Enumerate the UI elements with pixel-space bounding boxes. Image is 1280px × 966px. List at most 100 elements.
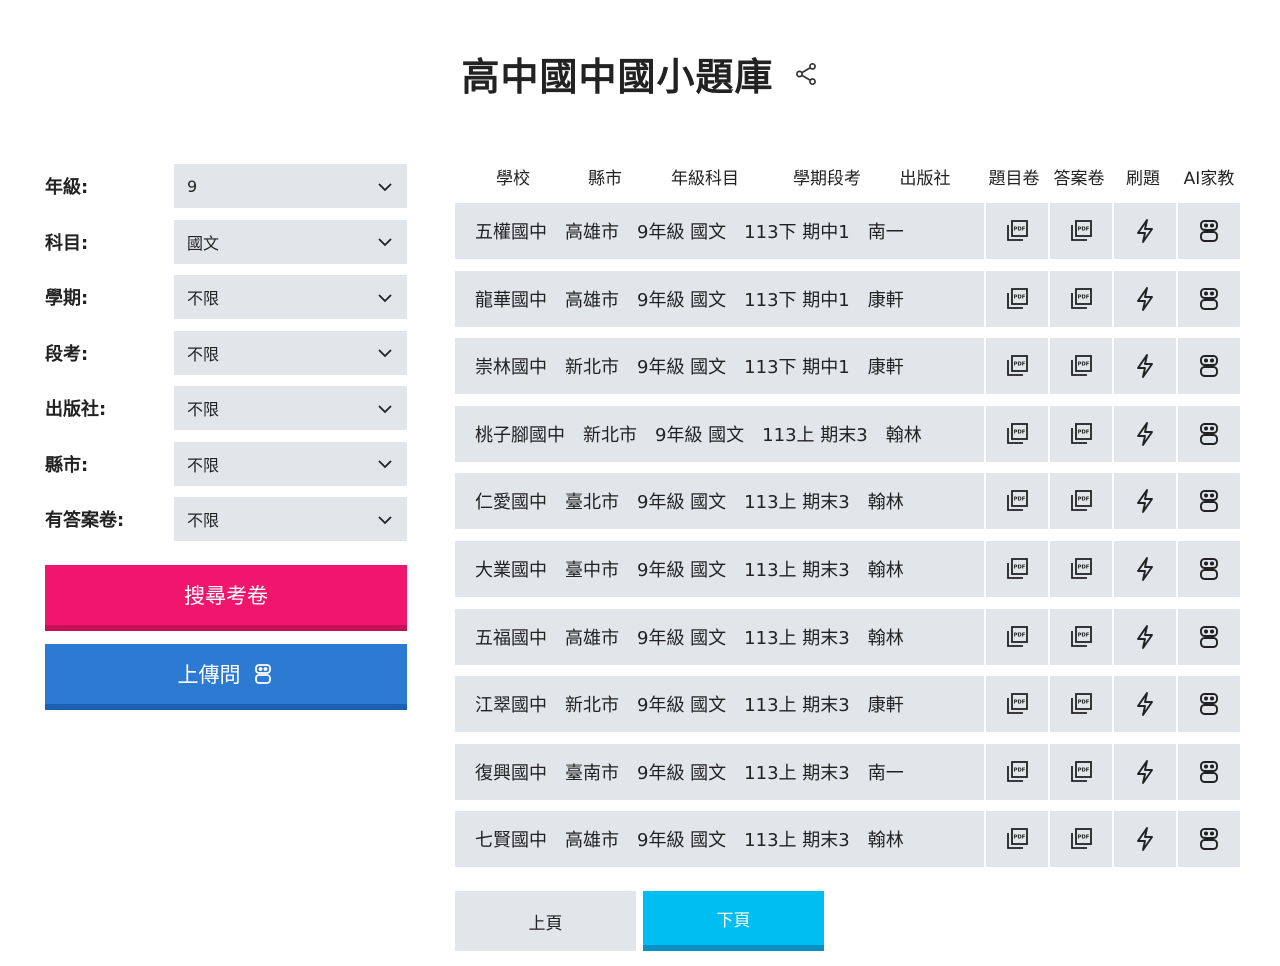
ai-tutor-button[interactable] [1178,473,1240,530]
select-value: 國文 [187,233,220,253]
results-table: 五權國中 高雄市 9年級 國文 113下 期中1 南一 PDF PDF 龍華國中… [455,203,1240,879]
question-paper-button[interactable]: PDF [986,473,1048,530]
exam-info[interactable]: 大業國中 臺中市 9年級 國文 113上 期末3 翰林 [455,540,984,597]
svg-text:PDF: PDF [1014,497,1026,503]
svg-text:PDF: PDF [1014,362,1026,368]
filter-label: 年級: [45,177,89,198]
answer-paper-button[interactable]: PDF [1050,743,1112,800]
header: 高中國中國小題庫 [0,46,1280,101]
practice-button[interactable] [1114,203,1176,259]
answer-paper-button[interactable]: PDF [1050,676,1112,733]
question-paper-button[interactable]: PDF [986,338,1048,395]
subject-select[interactable]: 國文 [174,219,407,264]
grade-select[interactable]: 9 [174,164,407,208]
svg-text:PDF: PDF [1078,227,1090,233]
robot-icon [1200,828,1218,851]
column-header: 題目卷 [988,169,1040,189]
filter-subject: 科目: 國文 [45,219,407,264]
answer-paper-button[interactable]: PDF [1050,270,1112,327]
answer-paper-button[interactable]: PDF [1050,338,1112,395]
answer-paper-button[interactable]: PDF [1050,608,1112,665]
robot-icon [1200,422,1218,445]
answer-paper-button[interactable]: PDF [1050,405,1112,462]
city-select[interactable]: 不限 [174,441,407,486]
exam-info[interactable]: 龍華國中 高雄市 9年級 國文 113下 期中1 康軒 [455,270,984,327]
svg-text:PDF: PDF [1078,362,1090,368]
select-value: 9 [187,176,198,196]
pdf-icon: PDF [1007,760,1028,782]
practice-button[interactable] [1114,473,1176,530]
question-paper-button[interactable]: PDF [986,676,1048,733]
column-header: 刷題 [1126,169,1160,189]
semester-select[interactable]: 不限 [174,275,407,319]
ai-tutor-button[interactable] [1178,270,1240,327]
svg-text:PDF: PDF [1078,429,1090,435]
practice-button[interactable] [1114,676,1176,733]
table-row: 崇林國中 新北市 9年級 國文 113下 期中1 康軒 PDF PDF [455,338,1240,395]
lightning-icon [1137,624,1153,649]
exam-info[interactable]: 江翠國中 新北市 9年級 國文 113上 期末3 康軒 [455,676,984,733]
lightning-icon [1137,692,1153,717]
practice-button[interactable] [1114,338,1176,395]
select-value: 不限 [187,511,220,530]
robot-icon [1200,558,1218,580]
practice-button[interactable] [1114,405,1176,462]
question-paper-button[interactable]: PDF [986,270,1048,327]
table-row: 龍華國中 高雄市 9年級 國文 113下 期中1 康軒 PDF PDF [455,270,1240,327]
publisher-select[interactable]: 不限 [174,386,407,430]
exam-info[interactable]: 復興國中 臺南市 9年級 國文 113上 期末3 南一 [455,743,984,800]
pdf-icon: PDF [1007,828,1028,850]
exam-info[interactable]: 仁愛國中 臺北市 9年級 國文 113上 期末3 翰林 [455,473,984,530]
next-page-button[interactable]: 下頁 [643,891,824,951]
has-answer-select[interactable]: 不限 [174,497,407,541]
answer-paper-button[interactable]: PDF [1050,473,1112,530]
ai-tutor-button[interactable] [1178,676,1240,733]
ai-tutor-button[interactable] [1178,540,1240,597]
svg-text:PDF: PDF [1014,700,1026,706]
lightning-icon [1137,286,1153,311]
chevron-down-icon [377,343,393,362]
answer-paper-button[interactable]: PDF [1050,811,1112,868]
column-header: 年級科目 [671,169,739,189]
filter-city: 縣市: 不限 [45,441,407,486]
exam-info[interactable]: 桃子腳國中 新北市 9年級 國文 113上 期末3 翰林 [455,405,984,462]
exam-info[interactable]: 崇林國中 新北市 9年級 國文 113下 期中1 康軒 [455,338,984,395]
pdf-icon: PDF [1007,355,1028,377]
question-paper-button[interactable]: PDF [986,405,1048,462]
question-paper-button[interactable]: PDF [986,811,1048,868]
ai-tutor-button[interactable] [1178,811,1240,868]
filter-panel: 年級: 9 科目: 國文 學期: 不限 段考: 不限 出版社: 不限 縣市: 不… [45,164,407,553]
question-paper-button[interactable]: PDF [986,743,1048,800]
question-paper-button[interactable]: PDF [986,608,1048,665]
question-paper-button[interactable]: PDF [986,540,1048,597]
practice-button[interactable] [1114,270,1176,327]
exam-info[interactable]: 五權國中 高雄市 9年級 國文 113下 期中1 南一 [455,203,984,259]
exam-info[interactable]: 七賢國中 高雄市 9年級 國文 113上 期末3 翰林 [455,811,984,868]
ai-tutor-button[interactable] [1178,405,1240,462]
practice-button[interactable] [1114,608,1176,665]
answer-paper-button[interactable]: PDF [1050,540,1112,597]
question-paper-button[interactable]: PDF [986,203,1048,259]
exam-select[interactable]: 不限 [174,330,407,375]
column-header: 學校 [496,169,530,189]
pdf-icon: PDF [1071,220,1092,241]
practice-button[interactable] [1114,811,1176,868]
table-row: 復興國中 臺南市 9年級 國文 113上 期末3 南一 PDF PDF [455,743,1240,800]
search-button[interactable]: 搜尋考卷 [45,565,407,631]
practice-button[interactable] [1114,540,1176,597]
ai-tutor-button[interactable] [1178,608,1240,665]
exam-info[interactable]: 五福國中 高雄市 9年級 國文 113上 期末3 翰林 [455,608,984,665]
answer-paper-button[interactable]: PDF [1050,203,1112,259]
ai-tutor-button[interactable] [1178,338,1240,395]
ai-tutor-button[interactable] [1178,203,1240,259]
upload-button[interactable]: 上傳問 [45,644,407,710]
select-value: 不限 [187,455,220,475]
share-icon[interactable] [793,61,819,91]
column-header: 答案卷 [1053,169,1105,189]
table-row: 桃子腳國中 新北市 9年級 國文 113上 期末3 翰林 PDF PDF [455,405,1240,462]
prev-page-button[interactable]: 上頁 [455,891,636,951]
filter-label: 學期: [45,288,89,309]
practice-button[interactable] [1114,743,1176,800]
ai-tutor-button[interactable] [1178,743,1240,800]
lightning-icon [1137,219,1153,243]
